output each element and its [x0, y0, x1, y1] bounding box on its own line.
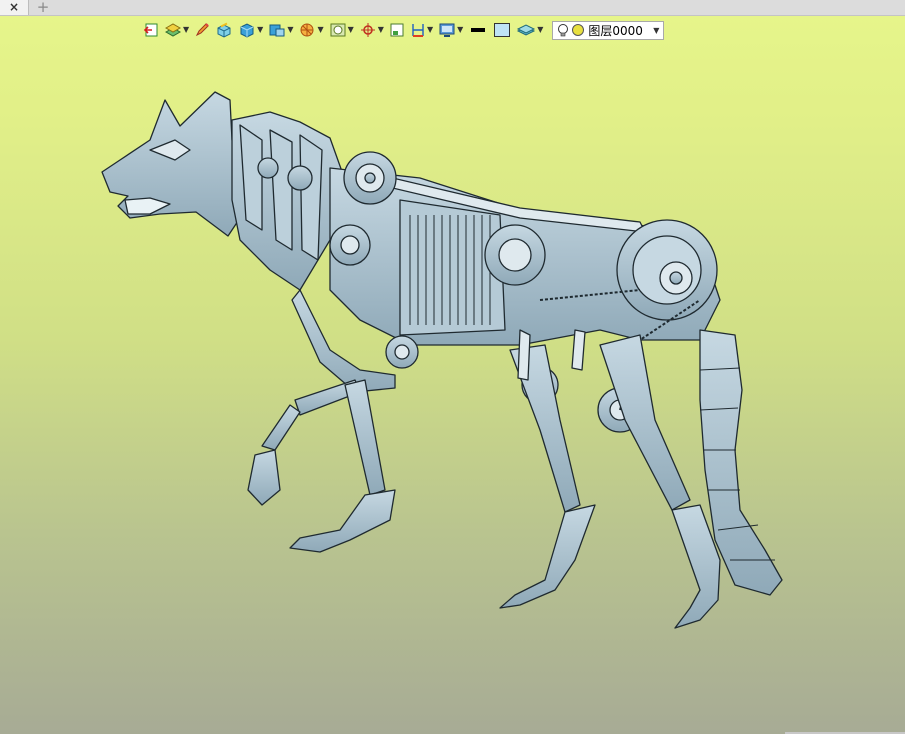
shaded-cube-icon	[240, 23, 254, 38]
chevron-down-icon: ▼	[183, 25, 190, 34]
snap-point-button[interactable]: ▼	[359, 19, 384, 41]
work-plane-button[interactable]	[389, 19, 405, 41]
render-style-icon	[330, 23, 346, 37]
display-monitor-button[interactable]: ▼	[438, 19, 463, 41]
chevron-down-icon: ▼	[257, 25, 264, 34]
layer-select[interactable]: 图层0000 ▼	[552, 20, 665, 40]
layer-stack-icon	[164, 23, 182, 37]
view-orientation-button[interactable]: ▼	[268, 19, 293, 41]
chevron-down-icon: ▼	[457, 25, 464, 34]
pencil-button[interactable]	[194, 19, 210, 41]
pencil-icon	[196, 23, 209, 37]
layer-manager-icon	[517, 24, 536, 36]
section-view-icon	[300, 23, 314, 37]
new-tab-button[interactable]: +	[34, 0, 52, 15]
exit-sketch-button[interactable]	[143, 19, 159, 41]
snap-point-icon	[360, 23, 375, 37]
layer-stack-button[interactable]: ▼	[164, 19, 189, 41]
dimension-button[interactable]: ▼	[410, 19, 433, 41]
chevron-down-icon: ▼	[537, 25, 544, 34]
work-plane-icon	[390, 23, 404, 37]
view-toolbar: ▼ ▼ ▼ ▼ ▼ ▼ ▼ ▼ ▼ 图层0000 ▼	[143, 18, 665, 42]
lightbulb-icon	[558, 23, 569, 36]
chevron-down-icon: ▼	[426, 25, 434, 34]
chevron-down-icon: ▼	[377, 25, 384, 34]
view-orientation-icon	[269, 24, 285, 37]
section-view-button[interactable]: ▼	[298, 19, 324, 41]
chevron-down-icon: ▼	[347, 25, 354, 34]
mechanical-wolf-model	[101, 91, 783, 629]
chevron-down-icon: ▼	[317, 25, 324, 34]
chevron-down-icon: ▼	[653, 25, 660, 35]
fill-color-icon	[494, 23, 511, 37]
line-color-button[interactable]	[468, 19, 488, 41]
close-tab-button[interactable]: ×	[0, 0, 29, 15]
layer-color-dot-icon	[572, 24, 585, 36]
layer-name: 图层0000	[588, 23, 643, 38]
box-solid-icon	[217, 22, 231, 38]
dimension-icon	[412, 24, 424, 37]
fill-color-button[interactable]	[493, 19, 511, 41]
render-style-button[interactable]: ▼	[329, 19, 354, 41]
shaded-cube-button[interactable]: ▼	[238, 19, 263, 41]
display-monitor-icon	[439, 23, 455, 37]
line-color-icon	[471, 28, 486, 32]
box-solid-button[interactable]	[215, 19, 233, 41]
document-tab-bar: × +	[0, 0, 905, 16]
layer-manager-button[interactable]: ▼	[516, 19, 543, 41]
chevron-down-icon: ▼	[287, 25, 294, 34]
exit-sketch-icon	[143, 23, 158, 37]
3d-viewport[interactable]: ▼ ▼ ▼ ▼ ▼ ▼ ▼ ▼ ▼ 图层0000 ▼	[0, 16, 905, 734]
